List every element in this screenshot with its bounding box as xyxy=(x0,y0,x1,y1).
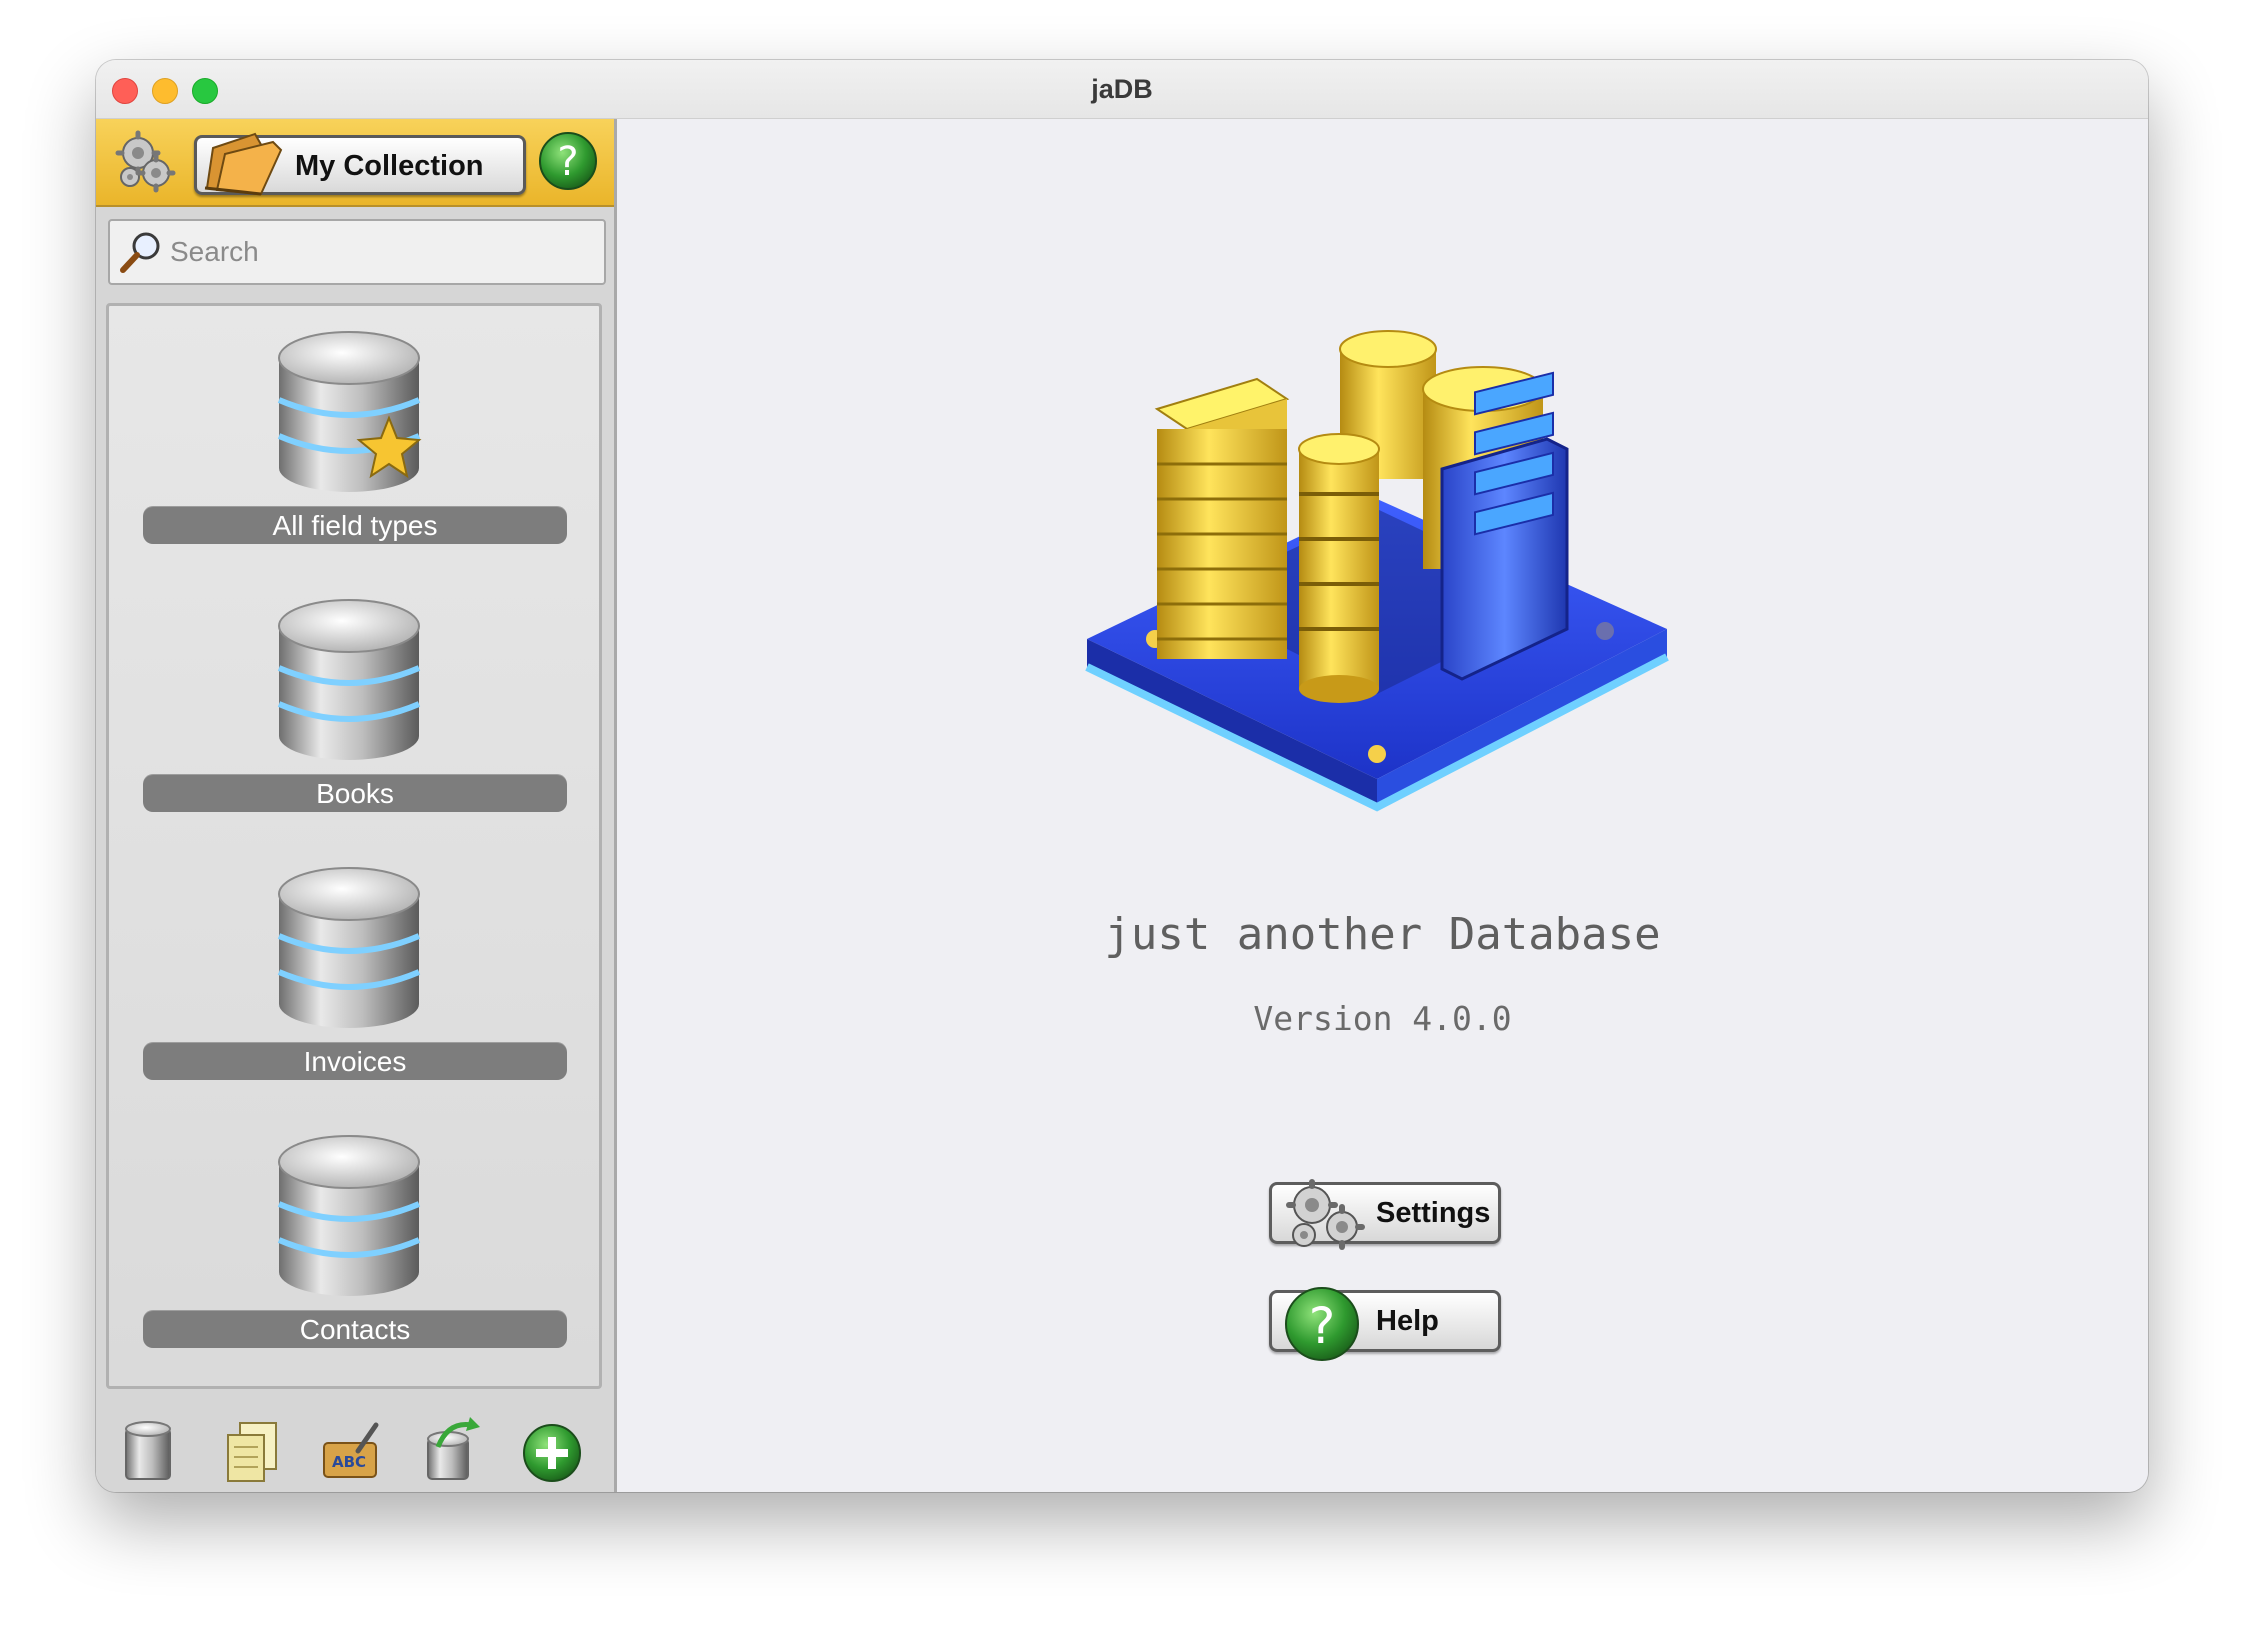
help-icon: ? xyxy=(1285,1287,1359,1361)
app-version: Version 4.0.0 xyxy=(1253,999,1512,1038)
database-icon xyxy=(277,599,421,760)
svg-text:?: ? xyxy=(557,139,578,185)
help-label: Help xyxy=(1376,1305,1439,1337)
svg-text:?: ? xyxy=(1309,1297,1336,1355)
rename-icon[interactable]: ABC xyxy=(318,1417,382,1487)
gears-icon[interactable] xyxy=(110,127,180,197)
gears-icon xyxy=(1286,1179,1365,1250)
help-icon[interactable]: ? xyxy=(536,129,600,193)
search-icon xyxy=(120,232,160,273)
search-field[interactable]: Search xyxy=(108,219,606,285)
database-item-contacts[interactable]: Contacts xyxy=(109,1110,599,1370)
sidebar-toolbar: ABC xyxy=(96,1409,614,1491)
settings-label: Settings xyxy=(1376,1197,1491,1229)
database-icon xyxy=(277,867,421,1028)
duplicate-icon[interactable] xyxy=(220,1417,284,1487)
collection-bar: My Collection ? xyxy=(96,119,614,207)
title-bar: jaDB xyxy=(96,60,2148,119)
collection-label: My Collection xyxy=(295,150,484,182)
folder-icon xyxy=(204,132,283,196)
database-item-books[interactable]: Books xyxy=(109,574,599,834)
collection-button[interactable]: My Collection xyxy=(194,132,526,196)
help-button[interactable]: ? Help xyxy=(1269,1287,1501,1361)
svg-text:ABC: ABC xyxy=(332,1453,366,1471)
delete-database-icon[interactable] xyxy=(116,1417,180,1487)
database-item-all-field-types[interactable]: All field types xyxy=(109,306,599,566)
import-database-icon[interactable] xyxy=(418,1417,482,1487)
database-label: Books xyxy=(143,774,567,812)
app-window: jaDB My Collection ? Search All field ty… xyxy=(96,60,2148,1492)
database-item-invoices[interactable]: Invoices xyxy=(109,842,599,1102)
database-label: Invoices xyxy=(143,1042,567,1080)
search-placeholder: Search xyxy=(170,236,259,267)
database-list: All field types Books Invoices Contacts xyxy=(106,303,602,1389)
sidebar: My Collection ? Search All field types B… xyxy=(96,119,617,1492)
database-icon xyxy=(277,1135,421,1296)
app-tagline: just another Database xyxy=(1104,909,1661,960)
window-title: jaDB xyxy=(1091,74,1153,104)
database-label: Contacts xyxy=(143,1310,567,1348)
app-logo-icon xyxy=(1085,330,1669,812)
settings-button[interactable]: Settings xyxy=(1269,1179,1501,1250)
database-star-icon xyxy=(277,331,422,492)
welcome-pane: just another Database Version 4.0.0 Sett… xyxy=(617,119,2148,1492)
add-database-icon[interactable] xyxy=(520,1417,584,1487)
database-label: All field types xyxy=(143,506,567,544)
